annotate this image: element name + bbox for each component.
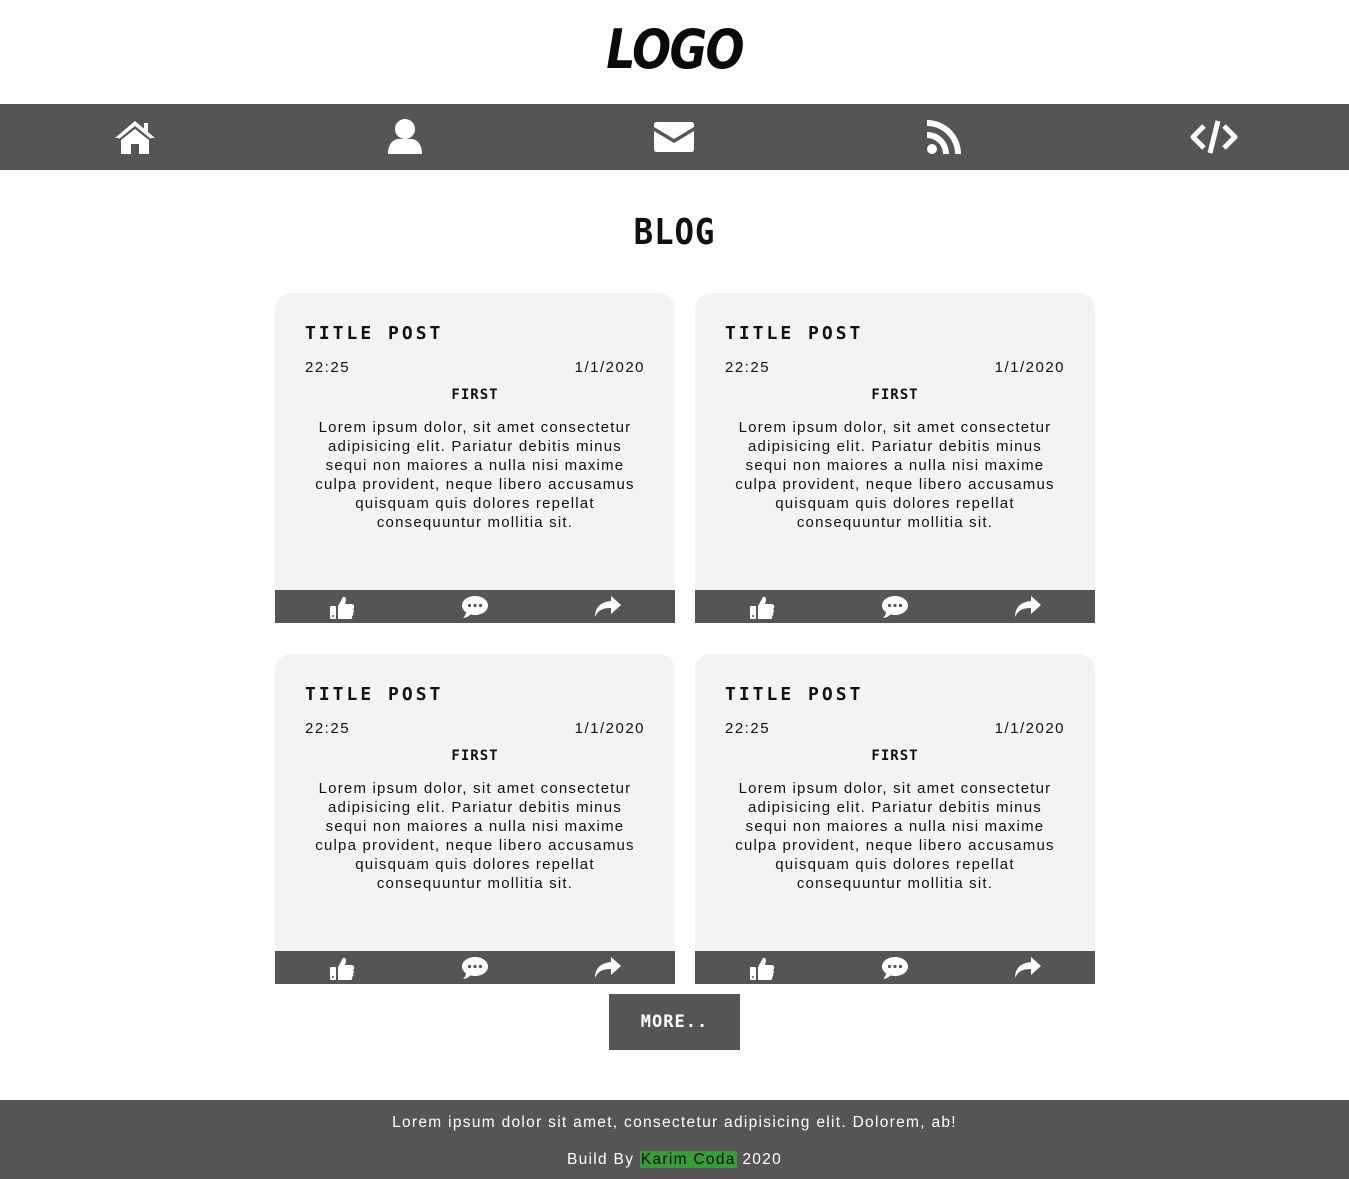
comment-icon [461,595,488,618]
nav-feed[interactable] [809,104,1079,170]
comment-icon [881,595,908,618]
footer: Lorem ipsum dolor sit amet, consectetur … [0,1100,1349,1179]
post-card: TITLE POST 22:25 1/1/2020 FIRST Lorem ip… [275,654,675,984]
nav-contact[interactable] [540,104,810,170]
like-button[interactable] [275,590,408,623]
post-tag: FIRST [451,387,499,403]
code-icon [1190,120,1238,154]
page-title: BLOG [633,212,716,253]
user-icon [387,119,422,154]
author-link[interactable]: Karim Coda [639,1151,737,1168]
post-time: 22:25 [725,720,771,737]
comment-button[interactable] [408,590,541,623]
post-time: 22:25 [305,359,351,376]
like-button[interactable] [695,951,828,984]
envelope-icon [654,122,695,152]
post-body: Lorem ipsum dolor, sit amet consectetur … [735,780,1055,892]
post-card: TITLE POST 22:25 1/1/2020 FIRST Lorem ip… [695,293,1095,623]
share-button[interactable] [542,951,675,984]
main-nav [0,104,1349,170]
post-title[interactable]: TITLE POST [725,684,863,705]
share-icon [1015,956,1042,978]
home-icon [114,121,155,154]
share-icon [595,595,622,617]
thumbs-up-icon [329,596,354,619]
post-tag: FIRST [451,748,499,764]
footer-credit: Build By Karim Coda 2020 [0,1151,1349,1169]
share-button[interactable] [962,590,1095,623]
post-time: 22:25 [305,720,351,737]
share-button[interactable] [542,590,675,623]
post-date: 1/1/2020 [994,359,1065,376]
logo[interactable]: LOGO [101,18,1248,81]
post-card: TITLE POST 22:25 1/1/2020 FIRST Lorem ip… [275,293,675,623]
comment-button[interactable] [408,951,541,984]
post-actions [695,951,1095,984]
post-actions [695,590,1095,623]
nav-home[interactable] [0,104,270,170]
rss-icon [927,120,962,154]
post-body: Lorem ipsum dolor, sit amet consectetur … [315,780,635,892]
more-button[interactable]: MORE.. [609,994,740,1050]
post-tag: FIRST [871,387,919,403]
thumbs-up-icon [329,957,354,980]
thumbs-up-icon [749,957,774,980]
share-icon [595,956,622,978]
post-card: TITLE POST 22:25 1/1/2020 FIRST Lorem ip… [695,654,1095,984]
post-title[interactable]: TITLE POST [305,684,443,705]
share-button[interactable] [962,951,1095,984]
like-button[interactable] [275,951,408,984]
post-body: Lorem ipsum dolor, sit amet consectetur … [735,419,1055,531]
share-icon [1015,595,1042,617]
thumbs-up-icon [749,596,774,619]
like-button[interactable] [695,590,828,623]
credit-year: 2020 [742,1151,782,1168]
nav-profile[interactable] [270,104,540,170]
post-body: Lorem ipsum dolor, sit amet consectetur … [315,419,635,531]
comment-button[interactable] [828,590,961,623]
credit-prefix: Build By [566,1151,635,1168]
comment-icon [461,956,488,979]
nav-code[interactable] [1079,104,1349,170]
post-actions [275,590,675,623]
post-title[interactable]: TITLE POST [305,323,443,344]
comment-button[interactable] [828,951,961,984]
post-time: 22:25 [725,359,771,376]
post-date: 1/1/2020 [574,359,645,376]
post-tag: FIRST [871,748,919,764]
post-date: 1/1/2020 [994,720,1065,737]
post-date: 1/1/2020 [574,720,645,737]
comment-icon [881,956,908,979]
footer-text: Lorem ipsum dolor sit amet, consectetur … [392,1114,957,1131]
post-actions [275,951,675,984]
post-title[interactable]: TITLE POST [725,323,863,344]
